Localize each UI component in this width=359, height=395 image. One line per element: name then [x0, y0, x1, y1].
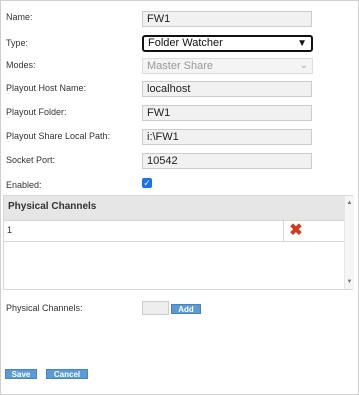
chevron-down-icon: ⌄: [299, 60, 308, 71]
folder-label: Playout Folder:: [6, 107, 67, 117]
save-button[interactable]: Save: [5, 369, 37, 379]
channel-value: 1: [7, 225, 13, 235]
chevron-down-icon: ▼: [297, 38, 307, 49]
host-field[interactable]: localhost: [142, 81, 312, 97]
type-label: Type:: [6, 38, 29, 48]
grid-header: Physical Channels: [4, 196, 344, 221]
add-channel-label: Physical Channels:: [6, 303, 83, 313]
host-label: Playout Host Name:: [6, 83, 87, 93]
physical-channels-grid: Physical Channels 1 ✖ ▲ ▼: [3, 195, 354, 290]
table-row[interactable]: 1 ✖: [4, 221, 344, 242]
channel-input[interactable]: [142, 301, 169, 315]
folder-field[interactable]: FW1: [142, 105, 312, 121]
cancel-button[interactable]: Cancel: [46, 369, 88, 379]
grid-scrollbar[interactable]: ▲ ▼: [344, 196, 354, 289]
scroll-down-icon[interactable]: ▼: [345, 277, 354, 287]
channel-cell: 1: [4, 221, 284, 241]
port-field[interactable]: 10542: [142, 153, 312, 169]
delete-x-icon[interactable]: ✖: [288, 222, 304, 240]
grid-header-title: Physical Channels: [8, 201, 97, 212]
enabled-checkbox[interactable]: ✓: [142, 178, 152, 188]
modes-select-value: Master Share: [147, 60, 214, 72]
enabled-label: Enabled:: [6, 180, 42, 190]
add-button[interactable]: Add: [171, 304, 201, 314]
port-label: Socket Port:: [6, 155, 56, 165]
check-icon: ✓: [143, 178, 151, 188]
name-field[interactable]: FW1: [142, 11, 312, 27]
share-path-field[interactable]: i:\FW1: [142, 129, 312, 145]
modes-select[interactable]: Master Share ⌄: [142, 58, 313, 74]
scroll-up-icon[interactable]: ▲: [345, 198, 354, 208]
share-path-label: Playout Share Local Path:: [6, 131, 111, 141]
type-select[interactable]: Folder Watcher ▼: [142, 35, 313, 52]
type-select-value: Folder Watcher: [148, 37, 223, 49]
modes-label: Modes:: [6, 60, 36, 70]
name-label: Name:: [6, 12, 33, 22]
